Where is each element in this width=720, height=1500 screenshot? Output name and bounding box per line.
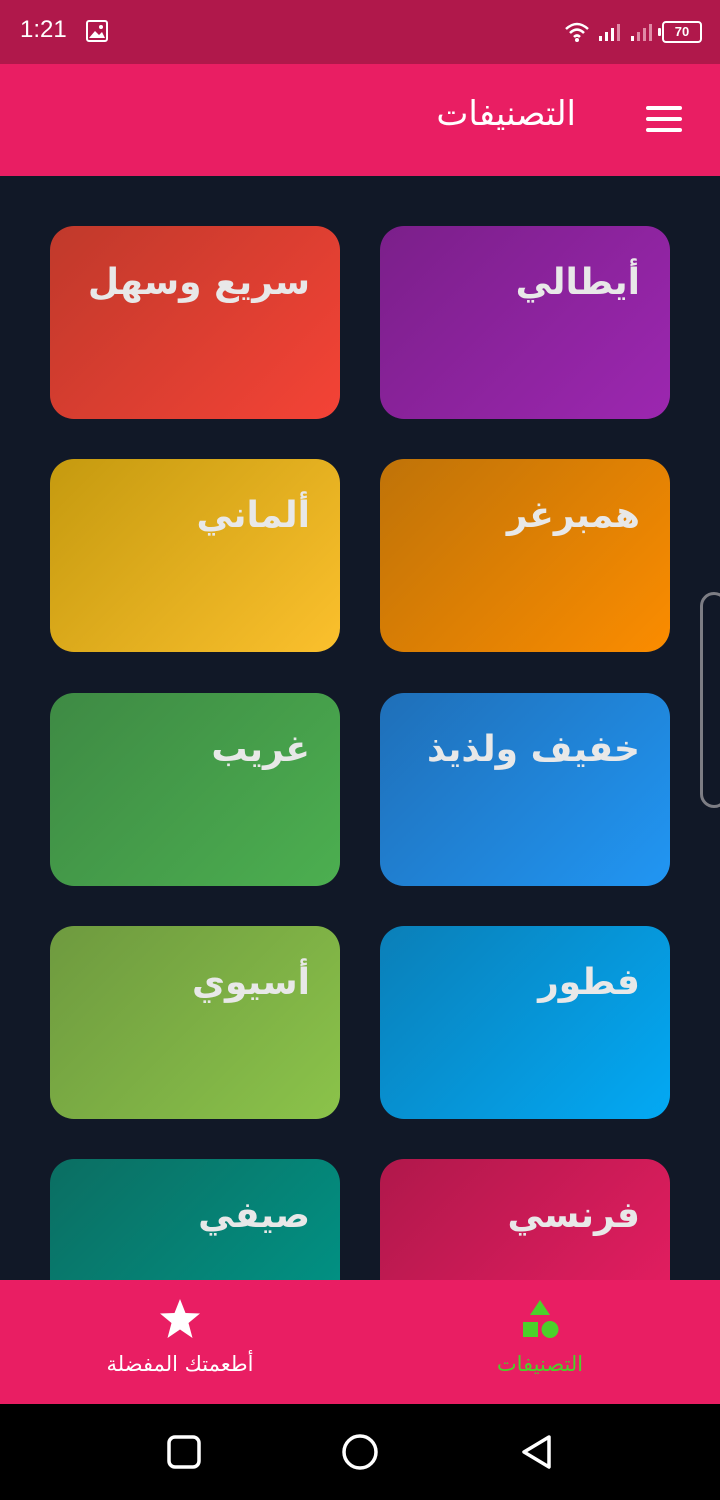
nav-label-favorites: أطعمتك المفضلة: [106, 1352, 254, 1376]
category-card[interactable]: فطور: [380, 926, 670, 1119]
home-circle-icon[interactable]: [340, 1432, 380, 1472]
nav-item-favorites[interactable]: أطعمتك المفضلة: [0, 1280, 360, 1404]
system-navigation-bar: [0, 1404, 720, 1500]
nav-label-categories: التصنيفات: [496, 1352, 584, 1376]
category-label: صيفي: [198, 1195, 310, 1236]
status-time: 1:21: [20, 16, 67, 43]
hamburger-menu-icon[interactable]: [646, 106, 682, 132]
category-card[interactable]: أسيوي: [50, 926, 340, 1119]
signal-icon: [631, 24, 652, 41]
category-label: فرنسي: [507, 1195, 640, 1236]
category-label: فطور: [538, 962, 640, 1003]
battery-icon: 70: [658, 21, 702, 43]
category-label: خفيف ولذيذ: [427, 729, 640, 770]
app-bar: التصنيفات: [0, 64, 720, 176]
battery-level: 70: [674, 24, 690, 39]
category-card[interactable]: فرنسي: [380, 1159, 670, 1280]
category-card[interactable]: همبرغر: [380, 459, 670, 652]
category-card[interactable]: سريع وسهل: [50, 226, 340, 419]
wifi-icon: [565, 22, 589, 42]
category-card[interactable]: ألماني: [50, 459, 340, 652]
bottom-navigation: أطعمتك المفضلة التصنيفات: [0, 1280, 720, 1404]
shapes-icon: [523, 1300, 559, 1338]
signal-icon: [599, 24, 620, 41]
category-label: سريع وسهل: [87, 262, 310, 303]
category-card[interactable]: خفيف ولذيذ: [380, 693, 670, 886]
nav-item-categories[interactable]: التصنيفات: [360, 1280, 720, 1404]
scroll-handle[interactable]: [700, 592, 720, 808]
status-bar: 1:21 70: [0, 0, 720, 64]
category-label: همبرغر: [506, 495, 640, 536]
category-label: أيطالي: [515, 262, 640, 303]
categories-grid: أيطالي سريع وسهل همبرغر ألماني خفيف ولذي…: [0, 176, 720, 1280]
star-icon: [160, 1299, 200, 1338]
page-title: التصنيفات: [436, 94, 576, 134]
category-card[interactable]: صيفي: [50, 1159, 340, 1280]
category-card[interactable]: غريب: [50, 693, 340, 886]
recents-square-icon[interactable]: [164, 1432, 204, 1472]
category-label: غريب: [211, 729, 310, 770]
category-label: أسيوي: [191, 962, 310, 1003]
image-icon: [86, 20, 108, 42]
back-triangle-icon[interactable]: [516, 1432, 556, 1472]
category-card[interactable]: أيطالي: [380, 226, 670, 419]
status-icons: 70: [564, 18, 702, 46]
category-label: ألماني: [196, 495, 310, 536]
